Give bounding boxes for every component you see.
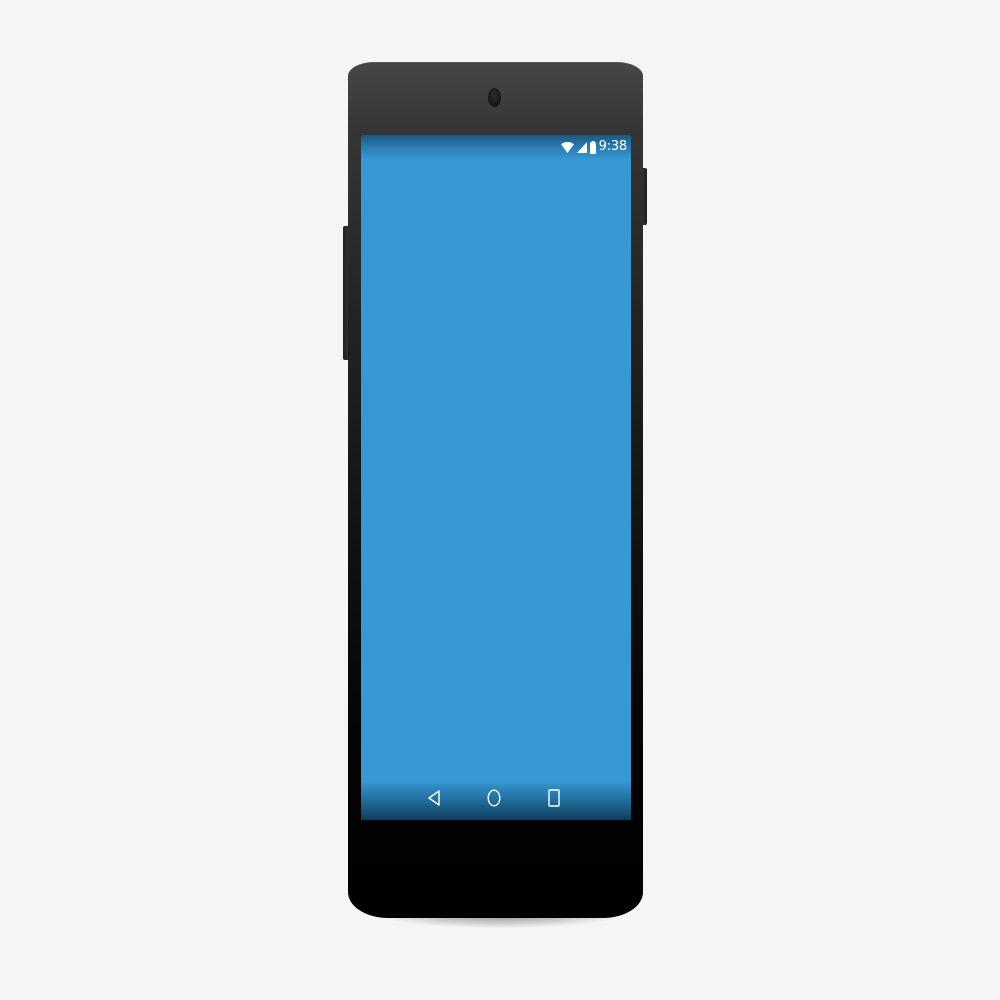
status-clock: 9:38 bbox=[598, 139, 628, 154]
recents-button[interactable] bbox=[544, 789, 564, 811]
home-button[interactable] bbox=[484, 789, 504, 811]
status-bar: 9:38 bbox=[361, 135, 631, 160]
stage: 9:38 bbox=[0, 0, 1000, 1000]
navigation-bar bbox=[361, 780, 631, 820]
back-icon bbox=[428, 790, 440, 810]
recents-icon bbox=[548, 789, 560, 811]
battery-icon bbox=[589, 140, 596, 154]
cell-signal-icon bbox=[576, 141, 587, 153]
home-icon bbox=[487, 789, 501, 811]
phone-screen[interactable]: 9:38 bbox=[361, 135, 631, 820]
back-button[interactable] bbox=[424, 790, 444, 810]
front-camera bbox=[488, 88, 501, 107]
status-icons: 9:38 bbox=[560, 138, 628, 156]
wifi-icon bbox=[560, 141, 574, 153]
